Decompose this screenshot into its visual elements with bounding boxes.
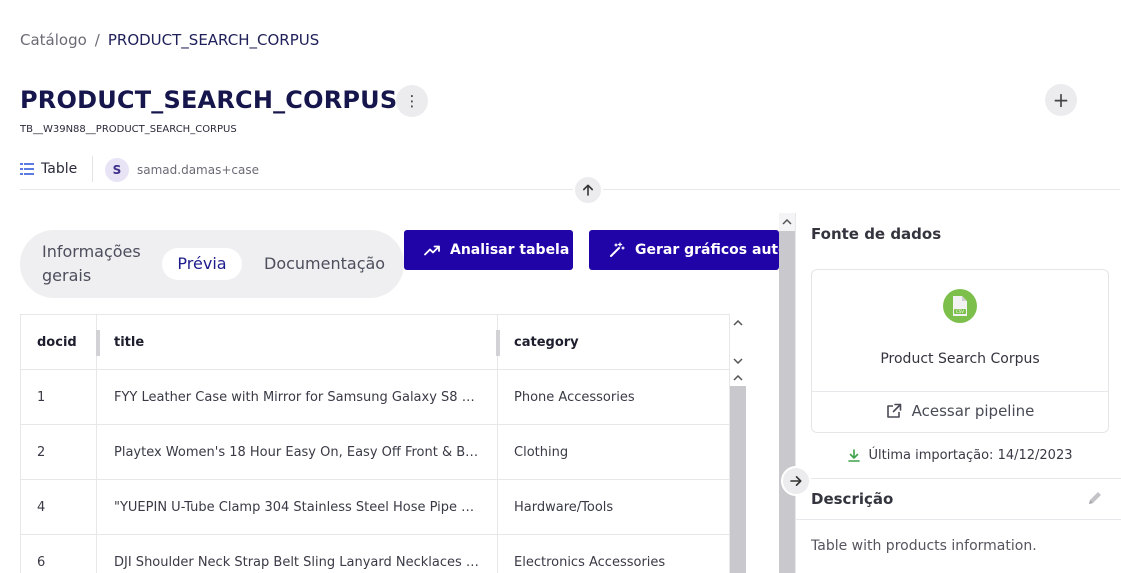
cell-docid: 6 [21,535,97,573]
download-icon [847,449,860,462]
tab-bar: Informações gerais Prévia Documentação [20,230,404,298]
cell-title: "YUEPIN U-Tube Clamp 304 Stainless Steel… [97,480,498,534]
table-row[interactable]: 6 DJI Shoulder Neck Strap Belt Sling Lan… [21,535,729,573]
breadcrumb: Catálogo / PRODUCT_SEARCH_CORPUS [20,31,319,49]
trending-up-icon [424,245,440,256]
last-import-label: Última importação: 14/12/2023 [868,448,1073,463]
cell-title-text: DJI Shoulder Neck Strap Belt Sling Lanya… [114,554,482,570]
cell-category: Clothing [514,444,569,460]
table-row[interactable]: 2 Playtex Women's 18 Hour Easy On, Easy … [21,425,729,480]
scroll-up-icon[interactable] [779,213,795,231]
data-source-name: Product Search Corpus [880,351,1040,367]
description-text: Table with products information. [811,538,1037,554]
cell-docid: 2 [21,425,97,479]
description-heading: Descrição [811,490,894,508]
cell-title-text: "YUEPIN U-Tube Clamp 304 Stainless Steel… [114,499,482,515]
breadcrumb-separator: / [94,31,100,49]
header-divider [20,189,1120,190]
page-title: PRODUCT_SEARCH_CORPUS [20,86,398,114]
tab-general-info[interactable]: Informações gerais [42,240,162,288]
table-row[interactable]: 1 FYY Leather Case with Mirror for Samsu… [21,370,729,425]
csv-file-icon: CSV [943,289,977,323]
panel-divider [796,478,1121,479]
meta-divider [92,156,93,182]
column-header-label: category [514,334,579,350]
tab-preview[interactable]: Prévia [162,248,242,280]
csv-badge-label: CSV [956,309,964,314]
table-identifier: TB__W39N88__PRODUCT_SEARCH_CORPUS [20,124,237,135]
arrow-right-icon [790,476,802,486]
chevron-up-icon[interactable] [730,370,746,386]
cell-title: Playtex Women's 18 Hour Easy On, Easy Of… [97,425,498,479]
card-divider [812,391,1108,392]
cell-category: Electronics Accessories [514,554,666,570]
column-header-docid[interactable]: docid [21,315,97,369]
last-import-info: Última importação: 14/12/2023 [811,448,1109,463]
add-button[interactable]: + [1045,84,1077,116]
access-pipeline-label: Acessar pipeline [911,402,1035,420]
column-header-category[interactable]: category [498,315,729,369]
asset-type: Table [20,161,77,177]
edit-pencil-icon[interactable] [1087,490,1103,506]
analyze-table-button[interactable]: Analisar tabela [404,230,573,270]
cell-docid: 4 [21,480,97,534]
table-scrollbar[interactable] [730,370,746,573]
breadcrumb-current: PRODUCT_SEARCH_CORPUS [107,31,320,49]
preview-table: docid title category 1 FYY Leather Case … [20,314,730,573]
cell-title-text: Playtex Women's 18 Hour Easy On, Easy Of… [114,444,482,460]
avatar[interactable]: S [105,158,129,182]
panel-divider [796,519,1121,520]
scrollbar-thumb[interactable] [730,386,746,573]
arrow-up-icon [583,184,593,196]
generate-charts-label: Gerar gráficos automaticamente [635,242,779,258]
owner-name[interactable]: samad.damas+case [137,163,259,177]
collapse-header-button[interactable] [573,175,603,205]
table-icon [20,163,34,175]
asset-type-label: Table [41,161,78,177]
external-link-icon [886,403,901,418]
column-header-label: title [114,334,145,350]
data-source-heading: Fonte de dados [811,225,942,243]
scrollbar-thumb[interactable] [779,231,795,573]
chevron-up-icon[interactable] [730,316,746,330]
analyze-table-label: Analisar tabela [450,242,570,258]
cell-title: DJI Shoulder Neck Strap Belt Sling Lanya… [97,535,498,573]
column-resize-handle[interactable] [96,330,100,356]
magic-wand-icon [610,242,625,257]
column-resize-handle[interactable] [496,330,500,356]
tab-documentation[interactable]: Documentação [264,252,385,276]
column-header-label: docid [37,334,77,350]
content-scrollbar[interactable] [779,213,795,573]
breadcrumb-catalog-link[interactable]: Catálogo [20,31,87,49]
column-header-title[interactable]: title [97,315,498,369]
more-options-icon[interactable]: ⋮ [396,85,428,117]
table-row[interactable]: 4 "YUEPIN U-Tube Clamp 304 Stainless Ste… [21,480,729,535]
table-header-row: docid title category [21,315,729,370]
cell-category: Phone Accessories [514,389,635,405]
access-pipeline-link[interactable]: Acessar pipeline [811,402,1109,420]
cell-docid: 1 [21,370,97,424]
chevron-down-icon[interactable] [730,354,746,368]
toggle-panel-button[interactable] [781,466,811,496]
header-scroll-control[interactable] [730,314,746,370]
generate-charts-button[interactable]: Gerar gráficos automaticamente [589,230,779,270]
cell-category: Hardware/Tools [514,499,614,515]
cell-title: FYY Leather Case with Mirror for Samsung… [97,370,498,424]
cell-title-text: FYY Leather Case with Mirror for Samsung… [114,389,482,405]
